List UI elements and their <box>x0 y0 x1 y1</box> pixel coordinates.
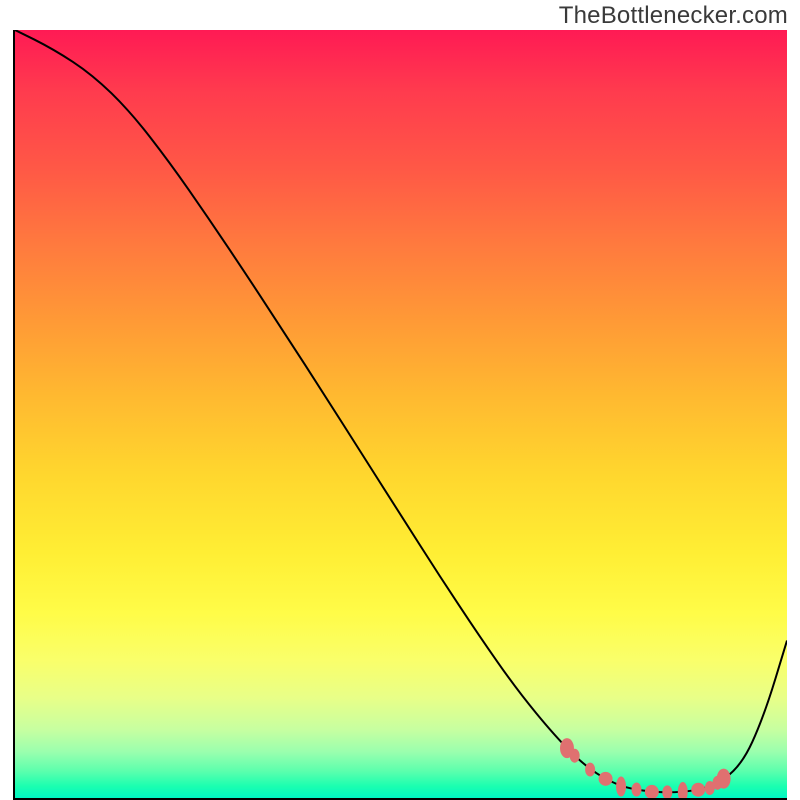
optimal-marker-dot <box>691 783 705 797</box>
bottleneck-curve <box>15 30 787 792</box>
optimal-marker-dot <box>645 785 659 798</box>
attribution-label: TheBottleneсker.com <box>559 2 788 30</box>
optimal-marker-dot <box>599 772 613 786</box>
optimal-marker-dot <box>678 782 688 798</box>
plot-area <box>13 30 787 800</box>
optimal-marker-dot <box>717 769 731 789</box>
optimal-marker-dot <box>585 763 595 777</box>
optimal-marker-dot <box>616 777 626 797</box>
optimal-marker-dot <box>662 785 672 798</box>
chart-frame: TheBottleneсker.com <box>0 0 800 800</box>
optimal-marker-dot <box>632 783 642 797</box>
curve-layer <box>15 30 787 798</box>
optimal-range-markers <box>560 738 731 798</box>
optimal-marker-dot <box>570 749 580 763</box>
